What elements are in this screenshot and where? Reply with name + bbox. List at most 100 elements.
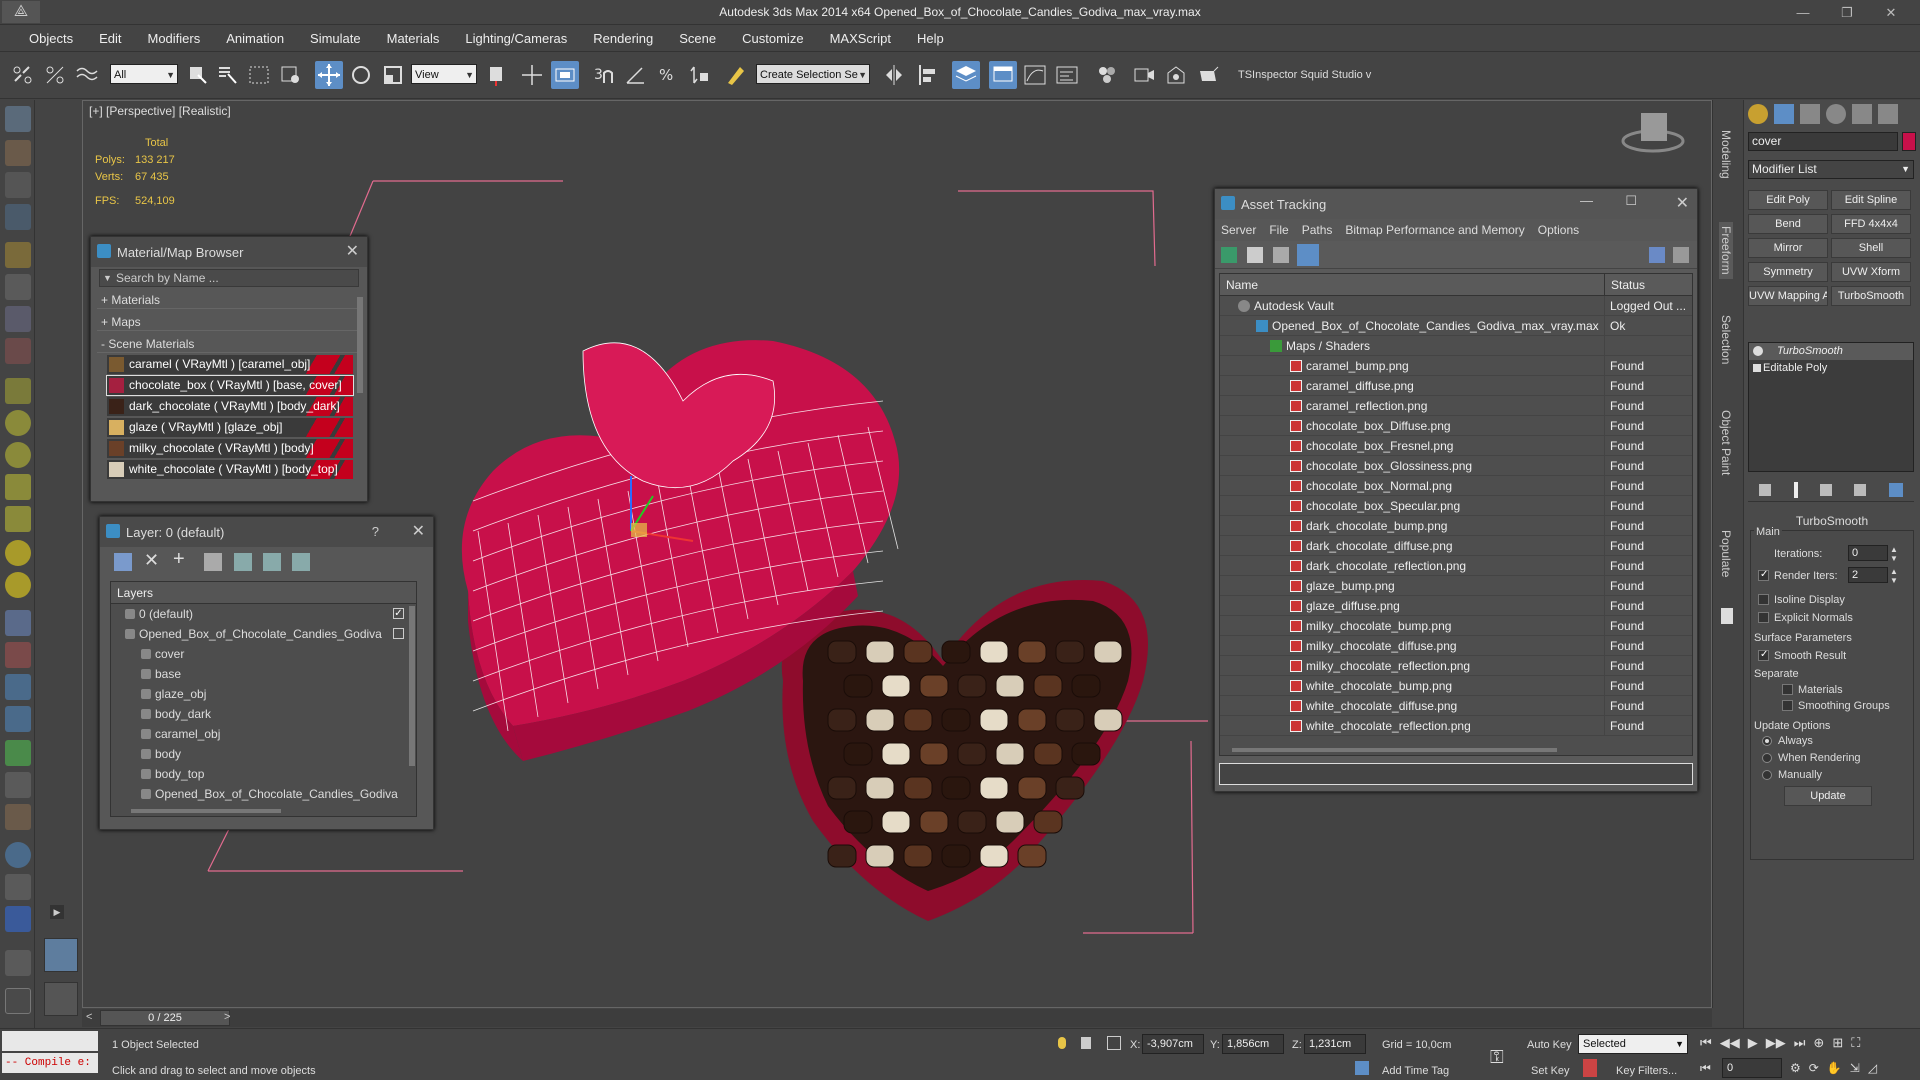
asset-row[interactable]: milky_chocolate_bump.png Found <box>1220 616 1692 636</box>
highlight-layer-icon[interactable] <box>234 553 252 571</box>
asset-row[interactable]: glaze_bump.png Found <box>1220 576 1692 596</box>
key-filters-button[interactable]: Key Filters... <box>1616 1065 1677 1077</box>
create-tab-icon[interactable] <box>1748 104 1768 124</box>
spacewarp-icon[interactable] <box>5 306 31 332</box>
play-icon[interactable]: ▶ <box>1748 1035 1758 1053</box>
isolate-icon[interactable] <box>1058 1037 1066 1049</box>
time-slider-thumb[interactable]: 0 / 225 <box>100 1010 230 1026</box>
material-browser-header[interactable]: Material/Map Browser ✕ <box>91 237 367 267</box>
select-and-rotate-icon[interactable] <box>347 61 375 89</box>
layer-row[interactable]: body_top <box>111 764 416 784</box>
add-time-tag-button[interactable]: Add Time Tag <box>1382 1065 1449 1077</box>
always-radio[interactable] <box>1762 736 1772 746</box>
asset-row[interactable]: Maps / Shaders <box>1220 336 1692 356</box>
globe-icon[interactable] <box>5 842 31 868</box>
material-item-milky-chocolate[interactable]: milky_chocolate ( VRayMtl ) [body] <box>107 439 353 458</box>
maximize-icon[interactable]: ☐ <box>1625 193 1637 209</box>
horizontal-scrollbar[interactable] <box>1232 748 1557 752</box>
teapot-icon[interactable] <box>5 474 31 500</box>
asset-row[interactable]: caramel_reflection.png Found <box>1220 396 1692 416</box>
turbosmooth-button[interactable]: TurboSmooth <box>1831 286 1911 306</box>
helper-icon[interactable] <box>5 274 31 300</box>
angle-snap-icon[interactable] <box>622 61 650 89</box>
bind-space-warp-icon[interactable] <box>73 61 101 89</box>
modify-tab-icon[interactable] <box>1774 104 1794 124</box>
orbit-icon[interactable]: ⟳ <box>1809 1061 1819 1077</box>
menu-paths[interactable]: Paths <box>1302 223 1333 237</box>
menu-file[interactable]: File <box>1269 223 1288 237</box>
time-slider-prev[interactable]: < <box>86 1011 92 1023</box>
next-frame-icon[interactable]: ▶▶ <box>1766 1035 1786 1053</box>
foliage-icon[interactable] <box>5 740 31 766</box>
tree-view-icon[interactable] <box>1273 247 1289 263</box>
layer-row[interactable]: caramel_obj <box>111 724 416 744</box>
go-to-end-icon[interactable]: ⏭ <box>1794 1035 1806 1053</box>
scrollbar[interactable] <box>409 606 415 766</box>
select-object-icon[interactable] <box>184 61 212 89</box>
material-item-dark-chocolate[interactable]: dark_chocolate ( VRayMtl ) [body_dark] <box>107 397 353 416</box>
uvw-xform-button[interactable]: UVW Xform <box>1831 262 1911 282</box>
edit-spline-button[interactable]: Edit Spline <box>1831 190 1911 210</box>
menu-maxscript[interactable]: MAXScript <box>817 31 904 46</box>
freeze-all-layers-icon[interactable] <box>292 553 310 571</box>
maxscript-listener-input[interactable] <box>2 1031 98 1051</box>
material-item-caramel[interactable]: caramel ( VRayMtl ) [caramel_obj] <box>107 355 353 374</box>
fov-icon[interactable]: ◿ <box>1868 1061 1877 1077</box>
delete-layer-icon[interactable]: ✕ <box>144 550 159 571</box>
configure-sets-icon[interactable] <box>1888 482 1903 497</box>
material-search-input[interactable]: ▼ Search by Name ... <box>99 269 359 287</box>
maxscript-output[interactable]: -- Compile e: <box>2 1053 98 1073</box>
material-item-chocolate-box[interactable]: chocolate_box ( VRayMtl ) [base, cover] <box>106 375 354 396</box>
select-and-manipulate-icon[interactable] <box>518 61 546 89</box>
column-name[interactable]: Name <box>1220 274 1605 295</box>
stack-item-turbosmooth[interactable]: TurboSmooth <box>1749 343 1913 360</box>
material-item-white-chocolate[interactable]: white_chocolate ( VRayMtl ) [body_top] <box>107 460 353 479</box>
asset-row[interactable]: chocolate_box_Diffuse.png Found <box>1220 416 1692 436</box>
camera-icon[interactable] <box>5 242 31 268</box>
omni-light-icon[interactable] <box>5 572 31 598</box>
single-viewport-layout-icon[interactable] <box>44 938 78 972</box>
display-tab-icon[interactable] <box>1852 104 1872 124</box>
modifier-list-dropdown[interactable]: Modifier List ▼ <box>1748 160 1914 179</box>
table-view-icon[interactable] <box>1297 244 1319 266</box>
minimize-icon[interactable]: — <box>1580 193 1593 208</box>
walkthrough-icon[interactable]: ⇲ <box>1850 1061 1860 1077</box>
close-icon[interactable]: ✕ <box>1676 193 1689 213</box>
iterations-spinner[interactable]: ▲ ▼ <box>1890 545 1898 563</box>
sphere-primitive-icon[interactable] <box>5 410 31 436</box>
expand-arrow-icon[interactable]: ▶ <box>50 905 64 919</box>
material-item-glaze[interactable]: glaze ( VRayMtl ) [glaze_obj] <box>107 418 353 437</box>
key-mode-dropdown[interactable]: Selected ▼ <box>1578 1034 1688 1054</box>
time-config-icon[interactable]: ⚙ <box>1790 1061 1801 1077</box>
close-icon[interactable]: ✕ <box>412 521 425 541</box>
stack-item-editable-poly[interactable]: Editable Poly <box>1749 360 1913 377</box>
schematic-view-icon[interactable] <box>1053 61 1081 89</box>
mirror-icon[interactable] <box>880 61 908 89</box>
time-tag-icon[interactable] <box>1355 1061 1369 1075</box>
asset-row[interactable]: milky_chocolate_diffuse.png Found <box>1220 636 1692 656</box>
uvw-mapping-button[interactable]: UVW Mapping Ac <box>1748 286 1828 306</box>
script-icon[interactable] <box>5 906 31 932</box>
object-color-swatch[interactable] <box>1902 132 1916 151</box>
lock-selection-icon[interactable] <box>1081 1037 1091 1049</box>
layer-row[interactable]: glaze_obj <box>111 684 416 704</box>
hierarchy-tab-icon[interactable] <box>1800 104 1820 124</box>
mirror-button[interactable]: Mirror <box>1748 238 1828 258</box>
dynamics-icon[interactable] <box>5 642 31 668</box>
render-iters-input[interactable]: 2 <box>1848 567 1888 583</box>
grid-icon[interactable] <box>5 204 31 230</box>
render-iters-spinner[interactable]: ▲ ▼ <box>1890 567 1898 585</box>
materials-section[interactable]: + Materials <box>97 291 357 309</box>
close-icon[interactable]: ✕ <box>346 241 359 261</box>
asset-row[interactable]: chocolate_box_Fresnel.png Found <box>1220 436 1692 456</box>
edit-poly-button[interactable]: Edit Poly <box>1748 190 1828 210</box>
ribbon-tab-object-paint[interactable]: Object Paint <box>1719 410 1733 475</box>
rendered-frame-window-icon[interactable] <box>1162 61 1190 89</box>
y-coordinate-field[interactable]: 1,856cm <box>1222 1034 1284 1054</box>
set-key-icon[interactable] <box>1583 1059 1597 1077</box>
render-icon[interactable] <box>5 950 31 976</box>
asset-row[interactable]: dark_chocolate_reflection.png Found <box>1220 556 1692 576</box>
plugin-toolbar-label[interactable]: TSInspector Squid Studio v <box>1238 69 1371 81</box>
reference-coordinate-dropdown[interactable]: View ▼ <box>411 64 477 84</box>
set-key-button[interactable]: Set Key <box>1531 1065 1570 1077</box>
